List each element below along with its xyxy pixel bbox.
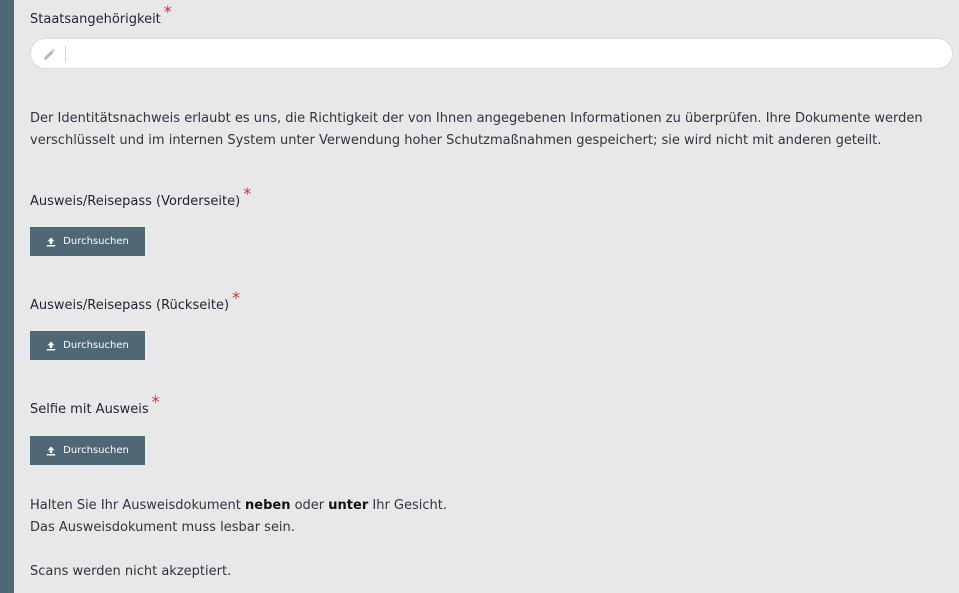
browse-selfie-button[interactable]: Durchsuchen bbox=[30, 436, 145, 465]
sidebar-strip bbox=[0, 0, 14, 593]
nationality-label: Staatsangehörigkeit * bbox=[30, 2, 172, 27]
pencil-icon bbox=[42, 47, 56, 61]
upload-front-label: Ausweis/Reisepass (Vorderseite) * bbox=[30, 184, 251, 209]
browse-front-button[interactable]: Durchsuchen bbox=[30, 227, 145, 256]
hint-position: Halten Sie Ihr Ausweisdokument neben ode… bbox=[30, 498, 447, 513]
upload-icon bbox=[46, 237, 56, 246]
nationality-label-text: Staatsangehörigkeit bbox=[30, 12, 161, 27]
hint-text-part: Ihr Gesicht. bbox=[368, 498, 447, 513]
browse-back-button[interactable]: Durchsuchen bbox=[30, 331, 145, 360]
hint-emphasis-beside: neben bbox=[245, 498, 291, 513]
upload-icon bbox=[46, 446, 56, 455]
upload-selfie-label: Selfie mit Ausweis * bbox=[30, 392, 160, 417]
upload-back-label-text: Ausweis/Reisepass (Rückseite) bbox=[30, 298, 230, 313]
hint-text-part: oder bbox=[290, 498, 329, 513]
input-separator bbox=[65, 46, 66, 62]
nationality-input[interactable] bbox=[71, 43, 941, 65]
upload-back-label: Ausweis/Reisepass (Rückseite) * bbox=[30, 288, 240, 313]
identity-info-text: Der Identitätsnachweis erlaubt es uns, d… bbox=[30, 111, 923, 148]
hint-readable: Das Ausweisdokument muss lesbar sein. bbox=[30, 520, 295, 535]
browse-front-label: Durchsuchen bbox=[63, 236, 129, 247]
required-mark: * bbox=[151, 392, 160, 411]
upload-icon bbox=[46, 341, 56, 350]
browse-selfie-label: Durchsuchen bbox=[63, 445, 129, 456]
required-mark: * bbox=[163, 2, 172, 21]
upload-selfie-label-text: Selfie mit Ausweis bbox=[30, 402, 149, 417]
required-mark: * bbox=[243, 184, 252, 203]
nationality-field[interactable] bbox=[30, 38, 953, 69]
upload-front-label-text: Ausweis/Reisepass (Vorderseite) bbox=[30, 194, 241, 209]
hint-no-scans: Scans werden nicht akzeptiert. bbox=[30, 564, 232, 579]
hint-emphasis-below: unter bbox=[328, 498, 369, 513]
browse-back-label: Durchsuchen bbox=[63, 340, 129, 351]
required-mark: * bbox=[232, 288, 241, 307]
hint-text-part: Halten Sie Ihr Ausweisdokument bbox=[30, 498, 245, 513]
